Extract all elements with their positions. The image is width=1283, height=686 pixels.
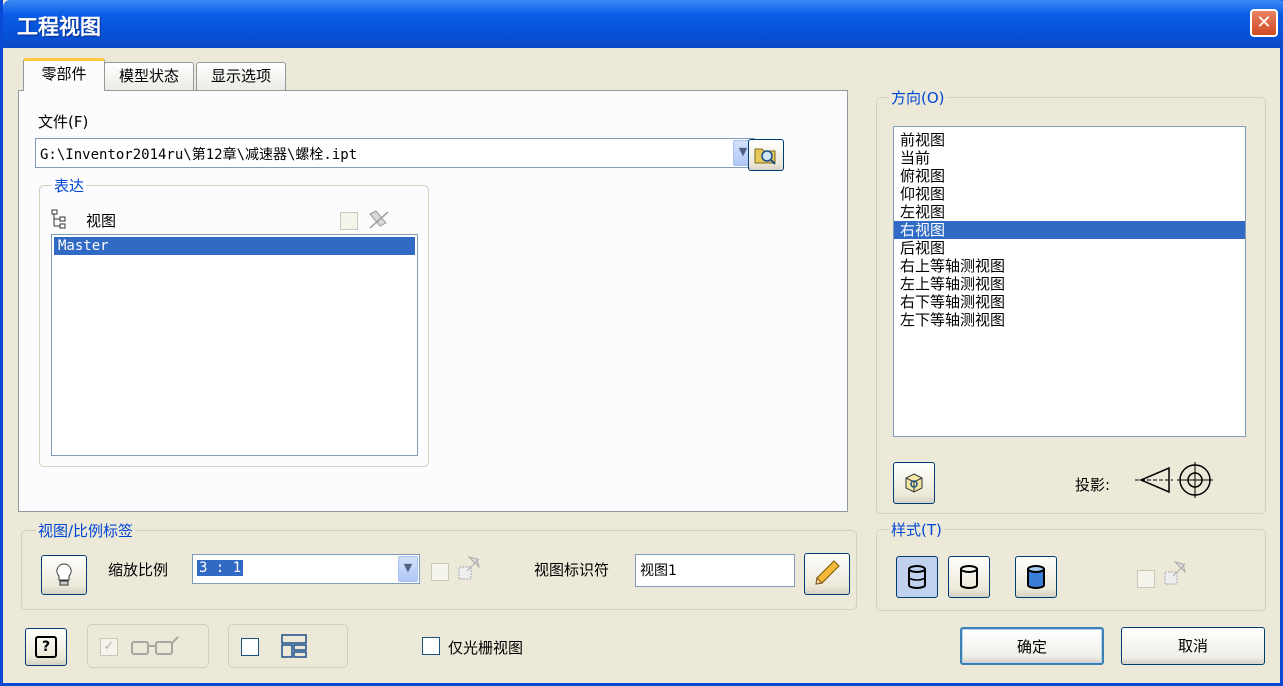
raster-view-label: 仅光栅视图 (448, 639, 524, 657)
orientation-item-current[interactable]: 当前 (894, 149, 1245, 167)
representation-group-label: 表达 (52, 175, 87, 196)
glasses-icon (131, 636, 179, 655)
list-item-master[interactable]: Master (54, 237, 415, 255)
orientation-item-back[interactable]: 后视图 (894, 239, 1245, 257)
edit-label-button[interactable] (804, 553, 850, 595)
associative-link-icon (369, 210, 389, 229)
orientation-group: 方向(O) 前视图 当前 俯视图 仰视图 左视图 右视图 后视图 右上等轴测视图… (876, 87, 1266, 514)
folder-open-icon (754, 148, 776, 165)
cylinder-shaded-icon (1027, 565, 1045, 589)
scale-value: 3 : 1 (197, 560, 244, 576)
view-justification-group (228, 624, 348, 668)
file-path-combo[interactable]: G:\Inventor2014ru\第12章\减速器\螺栓.ipt ▼ (35, 138, 755, 168)
preview-checkbox[interactable]: ✓ (100, 638, 118, 656)
view-scale-group-label: 视图/比例标签 (36, 520, 136, 541)
cancel-button[interactable]: 取消 (1121, 627, 1265, 665)
help-icon: ? (35, 636, 57, 658)
layout-icon (281, 634, 307, 658)
identifier-value: 视图1 (640, 563, 677, 579)
scale-association-checkbox[interactable] (431, 563, 449, 581)
style-group-label: 样式(T) (889, 519, 944, 540)
raster-view-checkbox[interactable] (422, 637, 440, 655)
association-icon (458, 556, 480, 580)
identifier-input[interactable]: 视图1 (635, 554, 795, 587)
orientation-item-right[interactable]: 右视图 (894, 221, 1245, 239)
close-button[interactable]: ✕ (1250, 9, 1278, 37)
help-button[interactable]: ? (25, 628, 67, 666)
scale-combo[interactable]: 3 : 1 ▼ (192, 554, 420, 584)
cube-view-icon (905, 473, 923, 493)
justification-checkbox[interactable] (241, 638, 259, 656)
label-visibility-button[interactable] (41, 555, 87, 595)
style-association-icon (1164, 561, 1186, 585)
representation-list[interactable]: Master (51, 234, 418, 456)
identifier-label: 视图标识符 (534, 561, 610, 579)
orientation-item-iso-top-left[interactable]: 左上等轴测视图 (894, 275, 1245, 293)
ok-button[interactable]: 确定 (960, 627, 1104, 665)
orientation-item-bottom[interactable]: 仰视图 (894, 185, 1245, 203)
file-label: 文件(F) (38, 113, 89, 131)
view-tree-icon (51, 209, 66, 229)
orientation-item-left[interactable]: 左视图 (894, 203, 1245, 221)
style-hidden-lines-removed-button[interactable] (948, 556, 990, 598)
component-tab-panel: 文件(F) G:\Inventor2014ru\第12章\减速器\螺栓.ipt … (18, 90, 848, 512)
orientation-item-top[interactable]: 俯视图 (894, 167, 1245, 185)
window-title: 工程视图 (17, 15, 101, 39)
view-label: 视图 (86, 212, 117, 230)
file-path-value: G:\Inventor2014ru\第12章\减速器\螺栓.ipt (40, 147, 358, 163)
associative-checkbox[interactable] (340, 212, 358, 230)
orientation-item-iso-top-right[interactable]: 右上等轴测视图 (894, 257, 1245, 275)
orientation-list[interactable]: 前视图 当前 俯视图 仰视图 左视图 右视图 后视图 右上等轴测视图 左上等轴测… (893, 126, 1246, 437)
lightbulb-icon (56, 563, 72, 586)
view-scale-group: 视图/比例标签 缩放比例 3 : 1 ▼ 视图标识符 视图1 (21, 520, 857, 610)
scale-label: 缩放比例 (108, 561, 169, 579)
cylinder-outline-icon (960, 565, 978, 589)
chevron-down-icon[interactable]: ▼ (398, 556, 418, 582)
projection-label: 投影: (1075, 476, 1111, 494)
style-shaded-button[interactable] (1015, 556, 1057, 598)
title-bar: 工程视图 ✕ (3, 0, 1283, 48)
preview-toggle-group: ✓ (87, 624, 209, 668)
first-angle-projection-icon (1135, 462, 1213, 498)
browse-file-button[interactable] (748, 139, 784, 171)
change-view-orientation-button[interactable] (893, 462, 935, 504)
style-hidden-lines-button[interactable] (896, 556, 938, 598)
pencil-icon (815, 560, 840, 585)
tab-display-options[interactable]: 显示选项 (196, 62, 286, 90)
style-group: 样式(T) (876, 519, 1266, 611)
orientation-item-front[interactable]: 前视图 (894, 131, 1245, 149)
representation-group: 表达 视图 Master (39, 175, 429, 467)
style-from-base-checkbox[interactable] (1137, 570, 1155, 588)
tab-component[interactable]: 零部件 (23, 58, 105, 91)
orientation-item-iso-bottom-right[interactable]: 右下等轴测视图 (894, 293, 1245, 311)
tab-model-state[interactable]: 模型状态 (104, 62, 194, 90)
orientation-item-iso-bottom-left[interactable]: 左下等轴测视图 (894, 311, 1245, 329)
cylinder-hidden-lines-icon (908, 565, 926, 589)
orientation-group-label: 方向(O) (889, 87, 947, 108)
dialog-window: 工程视图 ✕ 零部件 模型状态 显示选项 文件(F) G:\Inventor20… (0, 0, 1283, 686)
